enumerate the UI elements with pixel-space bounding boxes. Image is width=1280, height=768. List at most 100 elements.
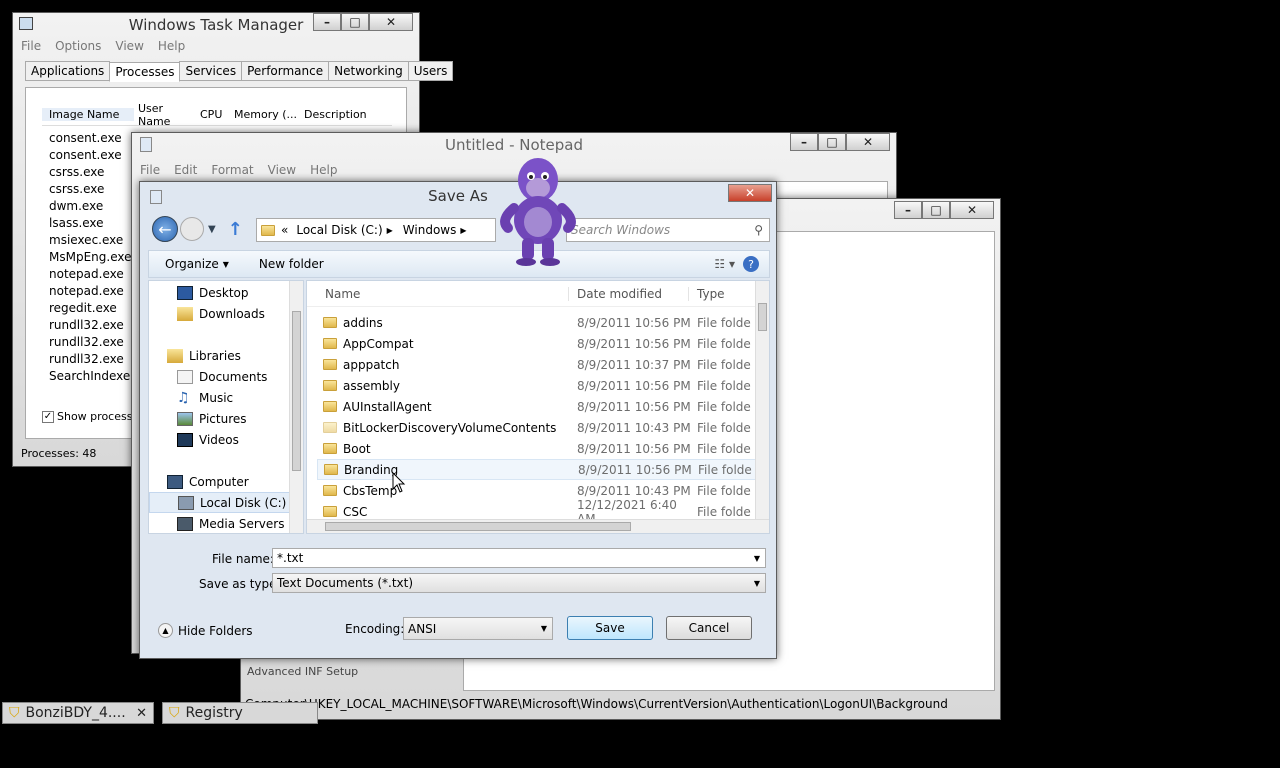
scroll-thumb[interactable] (758, 303, 767, 331)
encoding-select[interactable]: ANSI ▼ (403, 617, 553, 640)
up-arrow-icon[interactable]: ↑ (228, 219, 243, 240)
process-row[interactable]: SearchIndexe... (42, 368, 142, 385)
close-button[interactable]: ✕ (369, 13, 413, 31)
nav-item-media-servers[interactable]: Media Servers (149, 513, 303, 533)
process-row[interactable]: rundll32.exe (42, 351, 142, 368)
maximize-button[interactable]: □ (922, 201, 950, 219)
col-name[interactable]: Name (307, 286, 569, 301)
process-row[interactable]: lsass.exe (42, 215, 142, 232)
menu-file[interactable]: File (21, 39, 41, 53)
scroll-thumb[interactable] (292, 311, 301, 471)
bonzi-character-image[interactable] (498, 152, 578, 266)
nav-item-documents[interactable]: Documents (149, 366, 303, 387)
hide-folders-toggle[interactable]: ▲ Hide Folders (158, 623, 253, 638)
chevron-right-icon[interactable]: ▶ (387, 226, 393, 235)
file-row[interactable]: AppCompat 8/9/2011 10:56 PM File folde (317, 333, 769, 354)
nav-item-libraries[interactable]: Libraries (149, 345, 303, 366)
process-row[interactable]: consent.exe (42, 147, 142, 164)
taskbar-button-registry[interactable]: ⛉ Registry (162, 702, 318, 724)
col-user-name[interactable]: User Name (134, 102, 196, 128)
tab-performance[interactable]: Performance (241, 61, 330, 81)
scroll-thumb[interactable] (325, 522, 631, 531)
menu-edit[interactable]: Edit (174, 163, 197, 177)
process-row[interactable]: MsMpEng.exe (42, 249, 142, 266)
tab-applications[interactable]: Applications (25, 61, 111, 81)
file-row[interactable]: BitLockerDiscoveryVolumeContents 8/9/2011… (317, 417, 769, 438)
maximize-button[interactable]: □ (341, 13, 369, 31)
chevron-down-icon[interactable]: ▼ (208, 224, 216, 235)
save-type-select[interactable]: Text Documents (*.txt) ▼ (272, 573, 766, 593)
organize-button[interactable]: Organize ▼ (165, 257, 229, 271)
nav-item-local-disk[interactable]: Local Disk (C:) (149, 492, 303, 513)
file-row[interactable]: apppatch 8/9/2011 10:37 PM File folde (317, 354, 769, 375)
file-list-scrollbar[interactable] (755, 281, 769, 519)
nav-item-computer[interactable]: Computer (149, 471, 303, 492)
process-row[interactable]: notepad.exe (42, 283, 142, 300)
back-arrow-icon[interactable]: ← (152, 216, 178, 242)
process-row[interactable]: csrss.exe (42, 181, 142, 198)
file-row[interactable]: CbsTemp 8/9/2011 10:43 PM File folde (317, 480, 769, 501)
col-image-name[interactable]: Image Name (42, 108, 134, 121)
menu-help[interactable]: Help (310, 163, 337, 177)
file-row[interactable]: assembly 8/9/2011 10:56 PM File folde (317, 375, 769, 396)
address-bar[interactable]: « Local Disk (C:) ▶ Windows ▶ (256, 218, 496, 242)
nav-item-downloads[interactable]: Downloads (149, 303, 303, 324)
process-row[interactable]: notepad.exe (42, 266, 142, 283)
file-list-hscrollbar[interactable] (307, 519, 769, 533)
taskbar-button-bonzi[interactable]: ⛉ BonziBDY_4.... ✕ (2, 702, 154, 724)
new-folder-button[interactable]: New folder (259, 257, 324, 271)
col-description[interactable]: Description (300, 108, 380, 121)
breadcrumb-local-disk[interactable]: Local Disk (C:) (296, 223, 382, 237)
menu-options[interactable]: Options (55, 39, 101, 53)
save-as-titlebar[interactable]: Save As ✕ (140, 182, 776, 210)
minimize-button[interactable]: – (790, 133, 818, 151)
nav-item-music[interactable]: ♫ Music (149, 387, 303, 408)
breadcrumb-overflow[interactable]: « (281, 223, 288, 237)
save-button[interactable]: Save (567, 616, 653, 640)
col-type[interactable]: Type (689, 287, 725, 301)
task-manager-titlebar[interactable]: Windows Task Manager – □ ✕ (13, 13, 419, 37)
process-row[interactable]: dwm.exe (42, 198, 142, 215)
breadcrumb-windows[interactable]: Windows (403, 223, 457, 237)
col-date-modified[interactable]: Date modified (569, 286, 689, 301)
view-options-icon[interactable]: ☷ ▾ (714, 257, 735, 271)
process-row[interactable]: regedit.exe (42, 300, 142, 317)
maximize-button[interactable]: □ (818, 133, 846, 151)
nav-item-videos[interactable]: Videos (149, 429, 303, 450)
close-button[interactable]: ✕ (728, 184, 772, 202)
col-cpu[interactable]: CPU (196, 108, 230, 121)
minimize-button[interactable]: – (313, 13, 341, 31)
tab-networking[interactable]: Networking (328, 61, 409, 81)
menu-view[interactable]: View (268, 163, 296, 177)
nav-item-pictures[interactable]: Pictures (149, 408, 303, 429)
help-icon[interactable]: ? (743, 256, 759, 272)
file-name-input[interactable]: *.txt ▼ (272, 548, 766, 568)
file-row[interactable]: Boot 8/9/2011 10:56 PM File folde (317, 438, 769, 459)
show-processes-checkbox[interactable]: ✓ (42, 410, 54, 423)
menu-help[interactable]: Help (158, 39, 185, 53)
nav-item-desktop[interactable]: Desktop (149, 282, 303, 303)
tab-processes[interactable]: Processes (109, 62, 181, 82)
process-row[interactable]: msiexec.exe (42, 232, 142, 249)
file-row[interactable]: AUInstallAgent 8/9/2011 10:56 PM File fold… (317, 396, 769, 417)
menu-file[interactable]: File (140, 163, 160, 177)
process-row[interactable]: csrss.exe (42, 164, 142, 181)
registry-tree-item[interactable]: Advanced INF Setup (247, 665, 358, 678)
menu-format[interactable]: Format (211, 163, 253, 177)
close-icon[interactable]: ✕ (136, 706, 147, 721)
chevron-down-icon[interactable]: ▼ (754, 554, 760, 563)
process-row[interactable]: consent.exe (42, 130, 142, 147)
close-button[interactable]: ✕ (950, 201, 994, 219)
file-row[interactable]: addins 8/9/2011 10:56 PM File folde (317, 312, 769, 333)
forward-arrow-icon[interactable] (180, 217, 204, 241)
cancel-button[interactable]: Cancel (666, 616, 752, 640)
process-row[interactable]: rundll32.exe (42, 334, 142, 351)
minimize-button[interactable]: – (894, 201, 922, 219)
chevron-right-icon[interactable]: ▶ (460, 226, 466, 235)
tab-users[interactable]: Users (407, 61, 454, 81)
nav-scrollbar[interactable] (289, 281, 303, 533)
file-row-hovered[interactable]: Branding 8/9/2011 10:56 PM File folde (317, 459, 769, 480)
close-button[interactable]: ✕ (846, 133, 890, 151)
col-memory[interactable]: Memory (... (230, 108, 300, 121)
menu-view[interactable]: View (115, 39, 143, 53)
